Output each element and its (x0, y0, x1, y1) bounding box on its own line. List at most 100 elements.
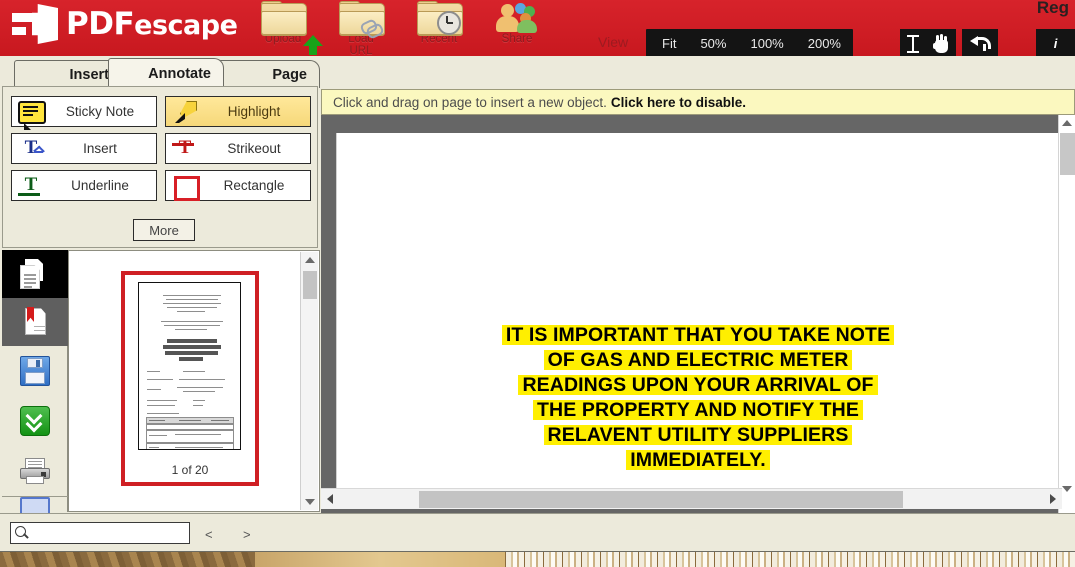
highlighted-line[interactable]: READINGS UPON YOUR ARRIVAL OF (518, 375, 878, 395)
document-vertical-scrollbar[interactable] (1058, 115, 1075, 515)
brand-primary: PDF (66, 5, 135, 42)
document-scroll-up-button[interactable] (1059, 115, 1075, 131)
zoom-controls: Fit 50% 100% 200% (646, 29, 853, 56)
document-scroll-right-button[interactable] (1044, 489, 1062, 509)
underline-icon: T (12, 171, 50, 200)
thumbnail-scrollbar[interactable] (300, 252, 318, 510)
search-prev-button[interactable]: < (205, 527, 213, 542)
folder-clock-icon (417, 1, 463, 36)
document-hscroll-thumb[interactable] (419, 491, 903, 508)
pdf-page[interactable]: IT IS IMPORTANT THAT YOU TAKE NOTE OF GA… (337, 133, 1059, 499)
hand-icon[interactable] (932, 34, 950, 53)
tool-sticky-note[interactable]: Sticky Note (11, 96, 157, 130)
pdfescape-app: PDFescape Upload Load URL Recent Share V… (0, 0, 1075, 567)
notification-bar: Click and drag on page to insert a new o… (321, 89, 1075, 115)
rail-save-button[interactable] (2, 346, 68, 396)
search-next-button[interactable]: > (243, 527, 251, 542)
rectangle-icon (166, 171, 204, 201)
rail-pages-button[interactable] (2, 250, 68, 298)
rail-bookmarks-button[interactable] (2, 298, 68, 346)
tab-page[interactable]: Page (218, 60, 320, 88)
load-url-button[interactable]: Load URL (336, 1, 386, 56)
logo-text: PDFescape (66, 5, 238, 42)
notification-text: Click and drag on page to insert a new o… (333, 94, 607, 110)
upload-button[interactable]: Upload (258, 1, 323, 56)
text-cursor-icon[interactable] (906, 34, 920, 53)
tool-strikeout[interactable]: T Strikeout (165, 133, 311, 164)
thumbnail-page-preview (138, 282, 241, 450)
document-scroll-left-button[interactable] (321, 489, 339, 509)
register-link[interactable]: Reg (1037, 0, 1069, 18)
tool-highlight[interactable]: Highlight (165, 96, 311, 127)
thumbnail-panel: 1 of 20 (68, 250, 320, 512)
toolbar-actions: Upload Load URL Recent Share (258, 1, 542, 56)
tool-strikeout-label: Strikeout (227, 141, 281, 156)
zoom-200-button[interactable]: 200% (796, 29, 853, 56)
tab-annotate[interactable]: Annotate (108, 58, 224, 88)
insert-text-icon: T (12, 134, 50, 163)
people-share-icon (495, 1, 539, 34)
tool-sticky-note-label: Sticky Note (65, 104, 135, 119)
sticky-note-icon (12, 97, 50, 130)
tool-insert[interactable]: T Insert (11, 133, 157, 164)
info-label: i (1053, 36, 1058, 51)
tab-insert[interactable]: Insert (14, 60, 122, 88)
notification-disable-link[interactable]: Click here to disable. (611, 95, 746, 110)
folder-link-icon (339, 1, 385, 40)
highlighted-line[interactable]: IT IS IMPORTANT THAT YOU TAKE NOTE (501, 325, 895, 345)
more-tools-button[interactable]: More (133, 219, 195, 241)
highlighted-text-block: IT IS IMPORTANT THAT YOU TAKE NOTE OF GA… (337, 325, 1059, 475)
status-bar: < > 1 of 20 > (0, 513, 1075, 551)
tool-highlight-label: Highlight (227, 104, 281, 119)
document-viewport[interactable]: IT IS IMPORTANT THAT YOU TAKE NOTE OF GA… (321, 115, 1075, 515)
tab-bar: Insert Page Annotate (0, 56, 320, 88)
undo-arrow-icon[interactable] (970, 35, 991, 52)
strikeout-icon: T (166, 134, 204, 163)
pages-icon (20, 259, 50, 289)
zoom-fit-button[interactable]: Fit (646, 29, 688, 56)
page-thumbnail[interactable]: 1 of 20 (121, 271, 259, 486)
rail-print-button[interactable] (2, 446, 68, 496)
highlight-marker-icon (166, 97, 204, 126)
thumbnail-scroll-up-button[interactable] (301, 252, 319, 268)
search-box[interactable] (10, 522, 190, 544)
tool-underline[interactable]: T Underline (11, 170, 157, 201)
view-label: View (598, 34, 629, 50)
pdfescape-logo-icon (12, 4, 58, 44)
highlighted-line[interactable]: RELAVENT UTILITY SUPPLIERS (543, 425, 853, 445)
share-label: Share (501, 33, 533, 45)
save-floppy-icon (20, 356, 50, 386)
tab-annotate-label: Annotate (148, 65, 211, 82)
pointer-tools (900, 29, 956, 56)
info-button[interactable]: i (1036, 29, 1075, 56)
app-logo[interactable]: PDFescape (12, 4, 238, 44)
highlighted-line[interactable]: THE PROPERTY AND NOTIFY THE (533, 400, 863, 420)
tool-rectangle-label: Rectangle (223, 178, 285, 193)
undo-group (962, 29, 998, 56)
tool-underline-label: Underline (71, 178, 129, 193)
app-window: PDFescape Upload Load URL Recent Share V… (0, 0, 1075, 551)
app-header: PDFescape Upload Load URL Recent Share V… (0, 0, 1075, 56)
tab-page-label: Page (272, 66, 307, 83)
recent-button[interactable]: Recent (414, 1, 464, 56)
tool-rectangle[interactable]: Rectangle (165, 170, 311, 201)
thumbnail-scroll-thumb[interactable] (303, 271, 317, 299)
zoom-50-button[interactable]: 50% (688, 29, 738, 56)
document-scroll-thumb[interactable] (1060, 133, 1075, 175)
download-icon (20, 406, 50, 436)
side-rail (2, 250, 68, 527)
load-url-label: Load URL (348, 33, 374, 56)
share-button[interactable]: Share (492, 1, 542, 56)
brand-secondary: escape (134, 9, 238, 41)
search-input[interactable] (31, 525, 189, 541)
tab-insert-label: Insert (69, 66, 110, 83)
document-horizontal-scrollbar[interactable] (321, 488, 1062, 509)
search-icon (11, 523, 31, 543)
zoom-100-button[interactable]: 100% (738, 29, 795, 56)
tool-insert-label: Insert (83, 141, 117, 156)
rail-download-button[interactable] (2, 396, 68, 446)
highlighted-line[interactable]: OF GAS AND ELECTRIC METER (543, 350, 853, 370)
thumbnail-scroll-down-button[interactable] (301, 494, 319, 510)
printer-icon (20, 458, 50, 484)
highlighted-line[interactable]: IMMEDIATELY. (626, 450, 770, 470)
